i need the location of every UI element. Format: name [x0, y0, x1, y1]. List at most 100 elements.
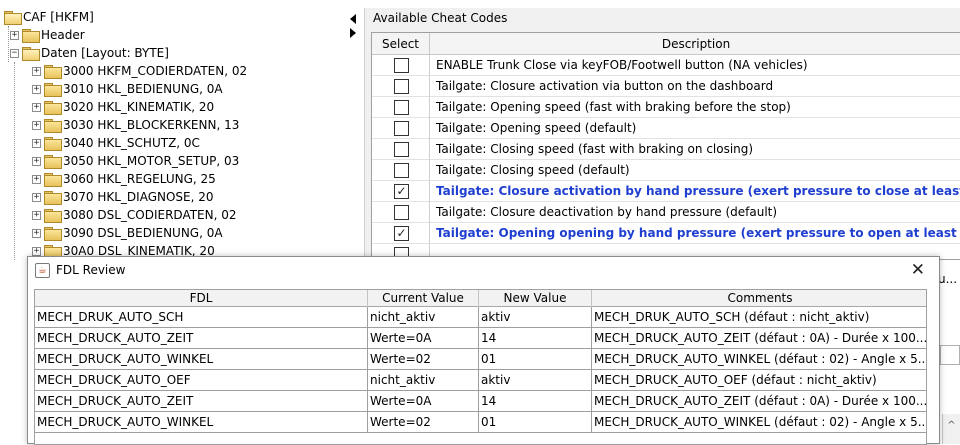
expand-plus-icon[interactable]: +: [10, 30, 19, 40]
tree-node-label: 3050 HKL_MOTOR_SETUP, 03: [63, 154, 240, 168]
cheat-description: Tailgate: Opening opening by hand pressu…: [436, 226, 960, 240]
fdl-table-row[interactable]: MECH_DRUCK_AUTO_OEF nicht_aktiv aktiv MECH_…: [35, 370, 926, 391]
tree-node-label: Header: [41, 28, 85, 42]
new-value-cell: 14: [479, 391, 592, 412]
background-truncated-text: u...: [938, 272, 958, 286]
cheat-row[interactable]: ✓ Tailgate: Closure activation by hand pr…: [372, 181, 960, 202]
current-value-cell: Werte=02: [368, 412, 479, 433]
checkbox-checked[interactable]: ✓: [394, 184, 409, 199]
folder-open-icon: [4, 11, 22, 25]
fdl-table-row[interactable]: MECH_DRUCK_AUTO_ZEIT Werte=0A 14 MECH_DRUCK…: [35, 391, 926, 412]
dialog-title-bar[interactable]: ☕ FDL Review ✕: [28, 257, 939, 285]
expand-plus-icon[interactable]: +: [32, 102, 41, 112]
tree-node[interactable]: + Header: [10, 26, 85, 44]
tree-node[interactable]: +3040 HKL_SCHUTZ, 0C: [32, 134, 200, 152]
tree-node-label: 3020 HKL_KINEMATIK, 20: [63, 100, 215, 114]
checkbox[interactable]: [394, 205, 409, 220]
checkbox[interactable]: [394, 58, 409, 73]
fdl-table-row[interactable]: MECH_DRUCK_AUTO_WINKEL Werte=02 01 MECH_DRU…: [35, 412, 926, 433]
expand-plus-icon[interactable]: +: [32, 156, 41, 166]
tree-node-label: CAF [HKFM]: [23, 10, 94, 24]
fdl-table-row[interactable]: MECH_DRUK_AUTO_SCH nicht_aktiv aktiv MECH_D…: [35, 307, 926, 328]
checkbox[interactable]: [394, 100, 409, 115]
select-cell: [372, 55, 430, 76]
new-value-cell: aktiv: [479, 307, 592, 328]
current-value-cell: nicht_aktiv: [368, 307, 479, 328]
tree-node[interactable]: +3070 HKL_DIAGNOSE, 20: [32, 188, 214, 206]
fdl-table-row[interactable]: MECH_DRUCK_AUTO_ZEIT Werte=0A 14 MECH_DRUCK…: [35, 328, 926, 349]
column-header-comments[interactable]: Comments: [592, 290, 926, 307]
fdl-table: FDL Current Value New Value Comments MEC…: [34, 289, 927, 445]
close-icon[interactable]: ✕: [911, 260, 925, 280]
cheat-row[interactable]: Tailgate: Closing speed (default): [372, 160, 960, 181]
fdl-table-row[interactable]: MECH_DRUCK_AUTO_WINKEL Werte=02 01 MECH_DRU…: [35, 349, 926, 370]
expand-plus-icon[interactable]: +: [32, 138, 41, 148]
cheat-codes-table: Select Description ENABLE Trunk Close vi…: [371, 32, 960, 260]
cheat-row[interactable]: ENABLE Trunk Close via keyFOB/Footwell b…: [372, 55, 960, 76]
fdl-cell: MECH_DRUK_AUTO_SCH: [35, 307, 368, 328]
cheat-description: Tailgate: Closing speed (default): [436, 163, 630, 177]
collapse-minus-icon[interactable]: −: [10, 48, 19, 58]
tree-node[interactable]: +3010 HKL_BEDIENUNG, 0A: [32, 80, 223, 98]
cheat-row[interactable]: ✓ Tailgate: Opening opening by hand press…: [372, 223, 960, 244]
fdl-cell: MECH_DRUCK_AUTO_OEF: [35, 370, 368, 391]
tree-node[interactable]: +3080 DSL_CODIERDATEN, 02: [32, 206, 237, 224]
checkbox[interactable]: [394, 121, 409, 136]
cheat-row[interactable]: Tailgate: Closure deactivation by hand p…: [372, 202, 960, 223]
cheat-row[interactable]: Tailgate: Opening speed (fast with braki…: [372, 97, 960, 118]
tree-node-label: 3030 HKL_BLOCKERKENN, 13: [63, 118, 240, 132]
new-value-cell: aktiv: [479, 370, 592, 391]
expand-plus-icon[interactable]: +: [32, 66, 41, 76]
expand-plus-icon[interactable]: +: [32, 246, 41, 256]
new-value-cell: 14: [479, 328, 592, 349]
fdl-table-header: FDL Current Value New Value Comments: [35, 290, 926, 307]
tree-node[interactable]: +3030 HKL_BLOCKERKENN, 13: [32, 116, 239, 134]
scroll-up-arrow-icon[interactable]: ^: [942, 414, 960, 444]
cheat-codes-title: Available Cheat Codes: [373, 11, 508, 25]
expand-plus-icon[interactable]: +: [32, 84, 41, 94]
tree-node[interactable]: +3000 HKFM_CODIERDATEN, 02: [32, 62, 247, 80]
checkbox-checked[interactable]: ✓: [394, 226, 409, 241]
folder-icon: [44, 101, 62, 115]
tree-node[interactable]: CAF [HKFM]: [4, 8, 94, 26]
select-cell: [372, 139, 430, 160]
select-cell: ✓: [372, 223, 430, 244]
checkbox[interactable]: [394, 79, 409, 94]
tree-connector-line: [14, 62, 15, 260]
folder-icon: [44, 137, 62, 151]
expand-right-arrow-icon[interactable]: [350, 28, 356, 38]
checkbox[interactable]: [394, 163, 409, 178]
folder-icon: [44, 83, 62, 97]
collapse-left-arrow-icon[interactable]: [350, 14, 356, 24]
cheat-row[interactable]: Tailgate: Closure activation via button …: [372, 76, 960, 97]
folder-icon: [44, 191, 62, 205]
cheat-description: Tailgate: Opening speed (default): [436, 121, 637, 135]
tree-node[interactable]: +3050 HKL_MOTOR_SETUP, 03: [32, 152, 239, 170]
folder-icon: [44, 173, 62, 187]
comments-cell: MECH_DRUCK_AUTO_ZEIT (défaut : 0A) - Dur…: [594, 331, 927, 345]
tree-node[interactable]: +3060 HKL_REGELUNG, 25: [32, 170, 216, 188]
column-header-fdl[interactable]: FDL: [35, 290, 368, 307]
folder-icon: [44, 155, 62, 169]
expand-plus-icon[interactable]: +: [32, 210, 41, 220]
checkbox[interactable]: [394, 142, 409, 157]
cheat-table-header: Select Description: [372, 33, 960, 55]
column-header-description[interactable]: Description: [430, 33, 960, 55]
cheat-row[interactable]: Tailgate: Opening speed (default): [372, 118, 960, 139]
tree-node[interactable]: +3090 DSL_BEDIENUNG, 0A: [32, 224, 223, 242]
tree-node[interactable]: +3020 HKL_KINEMATIK, 20: [32, 98, 214, 116]
expand-plus-icon[interactable]: +: [32, 192, 41, 202]
column-header-select[interactable]: Select: [372, 33, 430, 55]
column-header-current-value[interactable]: Current Value: [368, 290, 479, 307]
expand-plus-icon[interactable]: +: [32, 228, 41, 238]
expand-plus-icon[interactable]: +: [32, 174, 41, 184]
select-cell: [372, 97, 430, 118]
cheat-row[interactable]: Tailgate: Closing speed (fast with braki…: [372, 139, 960, 160]
column-header-new-value[interactable]: New Value: [479, 290, 592, 307]
tree-node-label: Daten [Layout: BYTE]: [41, 46, 169, 60]
tree-view[interactable]: CAF [HKFM] + Header − Daten [Layout: BYTE] +3…: [0, 8, 348, 260]
select-cell: [372, 160, 430, 181]
select-cell: [372, 202, 430, 223]
tree-node[interactable]: − Daten [Layout: BYTE]: [10, 44, 169, 62]
expand-plus-icon[interactable]: +: [32, 120, 41, 130]
